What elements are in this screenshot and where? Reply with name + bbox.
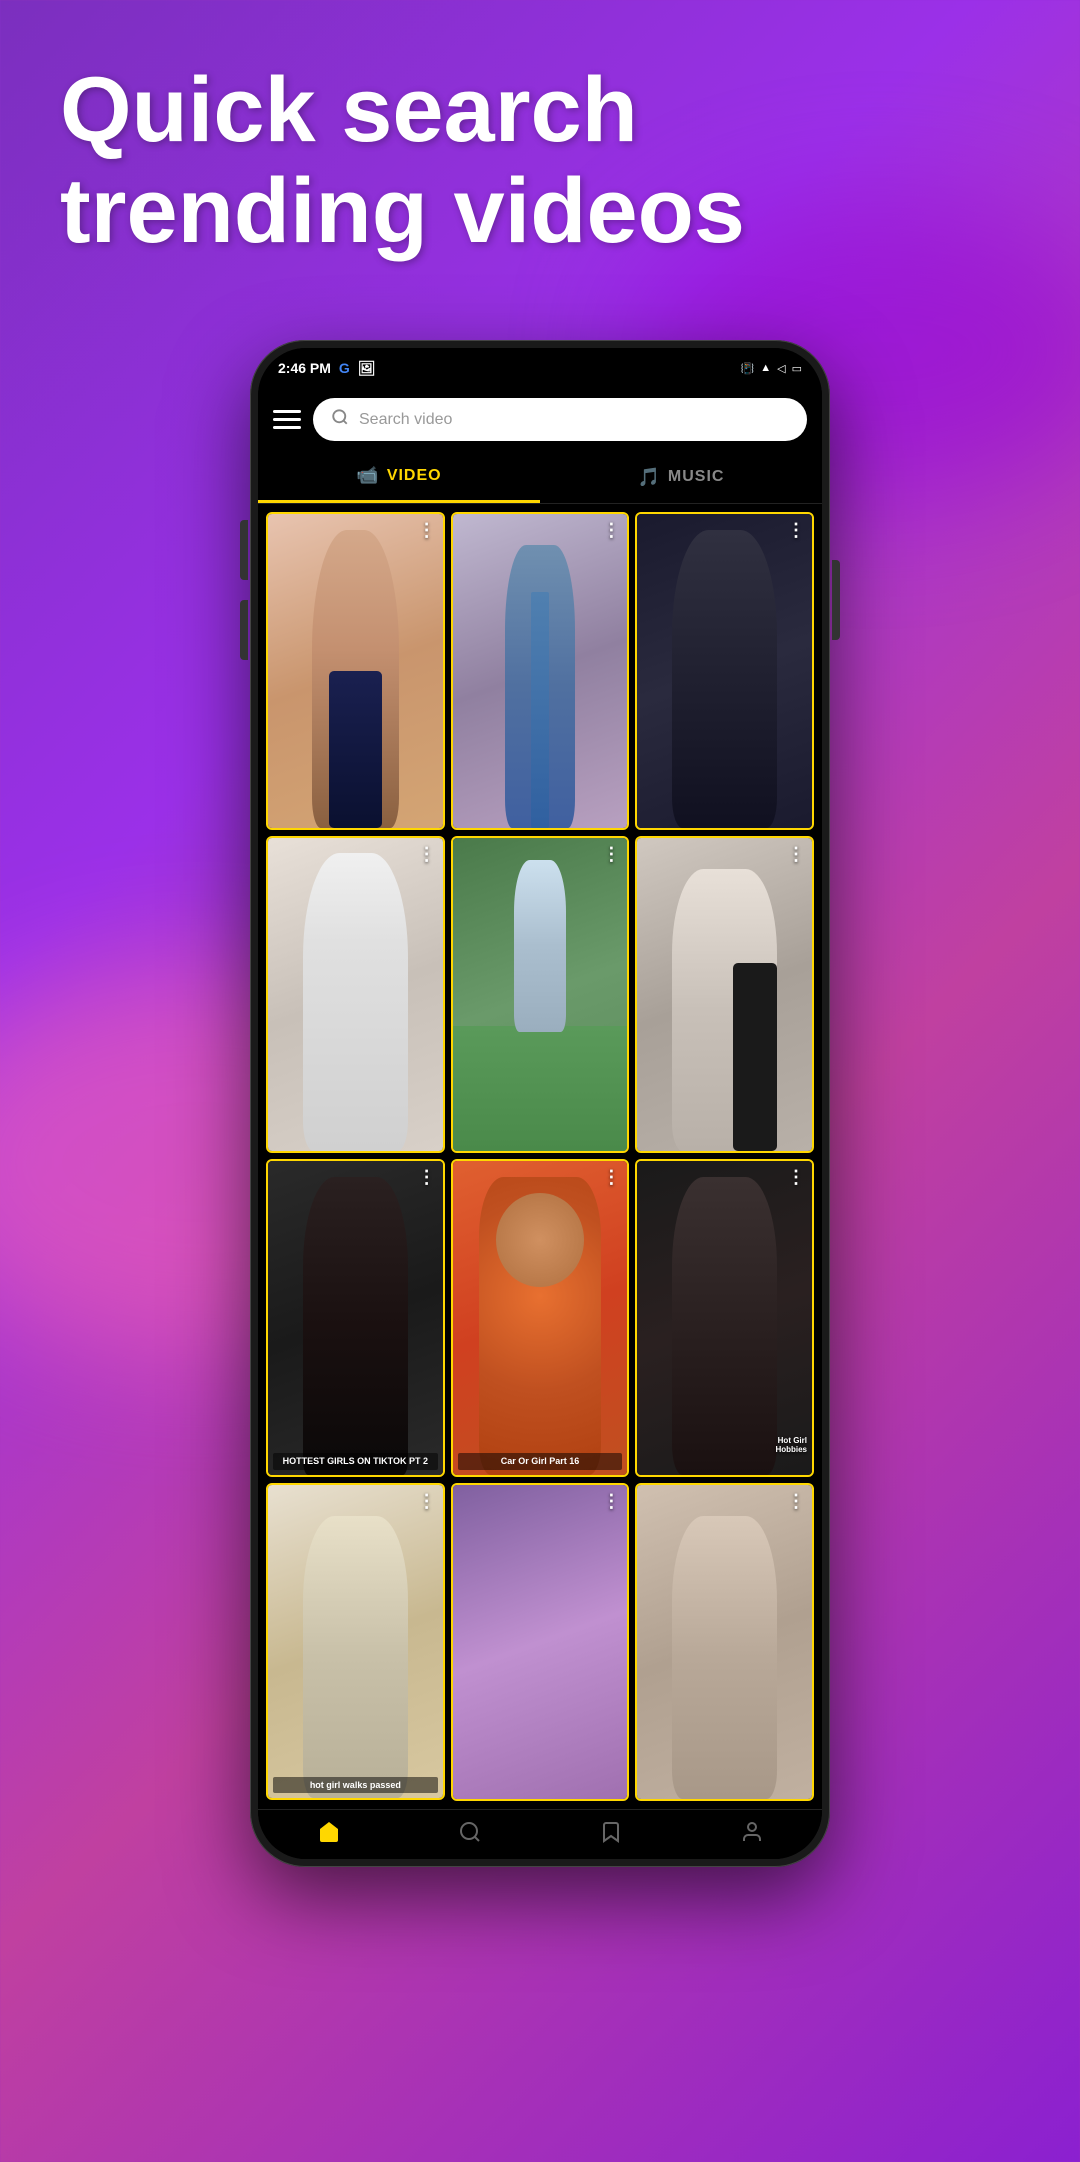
signal-icon: ◁ [777,362,785,375]
more-button-4[interactable]: ⋮ [418,844,437,865]
tab-bar: 📹 VIDEO 🎵 MUSIC [258,451,822,504]
nav-home[interactable] [317,1820,341,1844]
status-left: 2:46 PM G 🖼 [278,360,376,377]
video-card-9[interactable]: ⋮ Hot GirlHobbies [635,1159,814,1477]
more-button-1[interactable]: ⋮ [418,520,437,541]
google-icon: G [339,360,350,376]
video-card-7[interactable]: ⋮ HOTTEST GIRLS ON TIKTOK PT 2 [266,1159,445,1477]
video-thumb-5 [453,838,628,1152]
video-thumb-4 [268,838,443,1152]
video-card-2[interactable]: ⋮ [451,512,630,830]
video-card-8[interactable]: ⋮ Car Or Girl Part 16 [451,1159,630,1477]
video-thumb-1 [268,514,443,828]
vibrate-icon: 📳 [741,362,755,375]
more-button-3[interactable]: ⋮ [787,520,806,541]
video-tab-icon: 📹 [356,465,378,486]
video-card-5[interactable]: ⋮ [451,836,630,1154]
video-card-10[interactable]: ⋮ hot girl walks passed [266,1483,445,1801]
video-thumb-10 [268,1485,443,1799]
video-card-11[interactable]: ⋮ [451,1483,630,1801]
nav-bookmark[interactable] [599,1820,623,1844]
more-button-6[interactable]: ⋮ [787,844,806,865]
more-button-9[interactable]: ⋮ [787,1167,806,1188]
more-button-8[interactable]: ⋮ [602,1167,621,1188]
video-card-12[interactable]: ⋮ [635,1483,814,1801]
nav-explore[interactable] [458,1820,482,1844]
video-grid: ⋮ ⋮ ⋮ [258,504,822,1809]
video-card-6[interactable]: ⋮ [635,836,814,1154]
more-button-12[interactable]: ⋮ [787,1491,806,1512]
video-overlay-10: hot girl walks passed [273,1777,438,1794]
hamburger-menu[interactable] [273,410,301,429]
hamburger-line-2 [273,418,301,421]
search-placeholder: Search video [359,411,452,429]
video-thumb-11 [453,1485,628,1799]
status-icons: 📳 ▲ ◁ ▭ [741,362,802,375]
video-thumb-7 [268,1161,443,1475]
music-tab-icon: 🎵 [638,467,660,488]
notification-icon: 🖼 [358,360,376,377]
phone-screen: 2:46 PM G 🖼 📳 ▲ ◁ ▭ [258,348,822,1859]
video-overlay-8: Car Or Girl Part 16 [458,1453,623,1470]
more-button-2[interactable]: ⋮ [602,520,621,541]
hero-title: Quick search trending videos [60,60,1020,262]
phone-device: 2:46 PM G 🖼 📳 ▲ ◁ ▭ [250,340,830,1867]
video-tab-label: VIDEO [387,467,442,485]
video-thumb-8 [453,1161,628,1475]
search-bar[interactable]: Search video [313,398,807,441]
music-tab-label: MUSIC [668,468,725,486]
video-thumb-12 [637,1485,812,1799]
tab-music[interactable]: 🎵 MUSIC [540,451,822,503]
tab-video[interactable]: 📹 VIDEO [258,451,540,503]
bottom-nav [258,1809,822,1859]
wifi-icon: ▲ [760,362,771,374]
video-card-1[interactable]: ⋮ [266,512,445,830]
hamburger-line-1 [273,410,301,413]
video-thumb-6 [637,838,812,1152]
more-button-5[interactable]: ⋮ [602,844,621,865]
more-button-7[interactable]: ⋮ [418,1167,437,1188]
phone-body: 2:46 PM G 🖼 📳 ▲ ◁ ▭ [250,340,830,1867]
status-bar: 2:46 PM G 🖼 📳 ▲ ◁ ▭ [258,348,822,388]
battery-icon: ▭ [792,362,802,375]
video-overlay-7: HOTTEST GIRLS ON TIKTOK PT 2 [273,1453,438,1470]
video-card-4[interactable]: ⋮ [266,836,445,1154]
hamburger-line-3 [273,426,301,429]
video-thumb-3 [637,514,812,828]
more-button-10[interactable]: ⋮ [418,1491,437,1512]
search-icon [331,408,349,431]
status-time: 2:46 PM [278,360,331,376]
app-header: Search video [258,388,822,451]
hero-header: Quick search trending videos [60,60,1020,262]
video-thumb-9 [637,1161,812,1475]
video-thumb-2 [453,514,628,828]
nav-profile[interactable] [740,1820,764,1844]
video-card-3[interactable]: ⋮ [635,512,814,830]
video-overlay-9: Hot GirlHobbies [775,1436,807,1455]
more-button-11[interactable]: ⋮ [602,1491,621,1512]
